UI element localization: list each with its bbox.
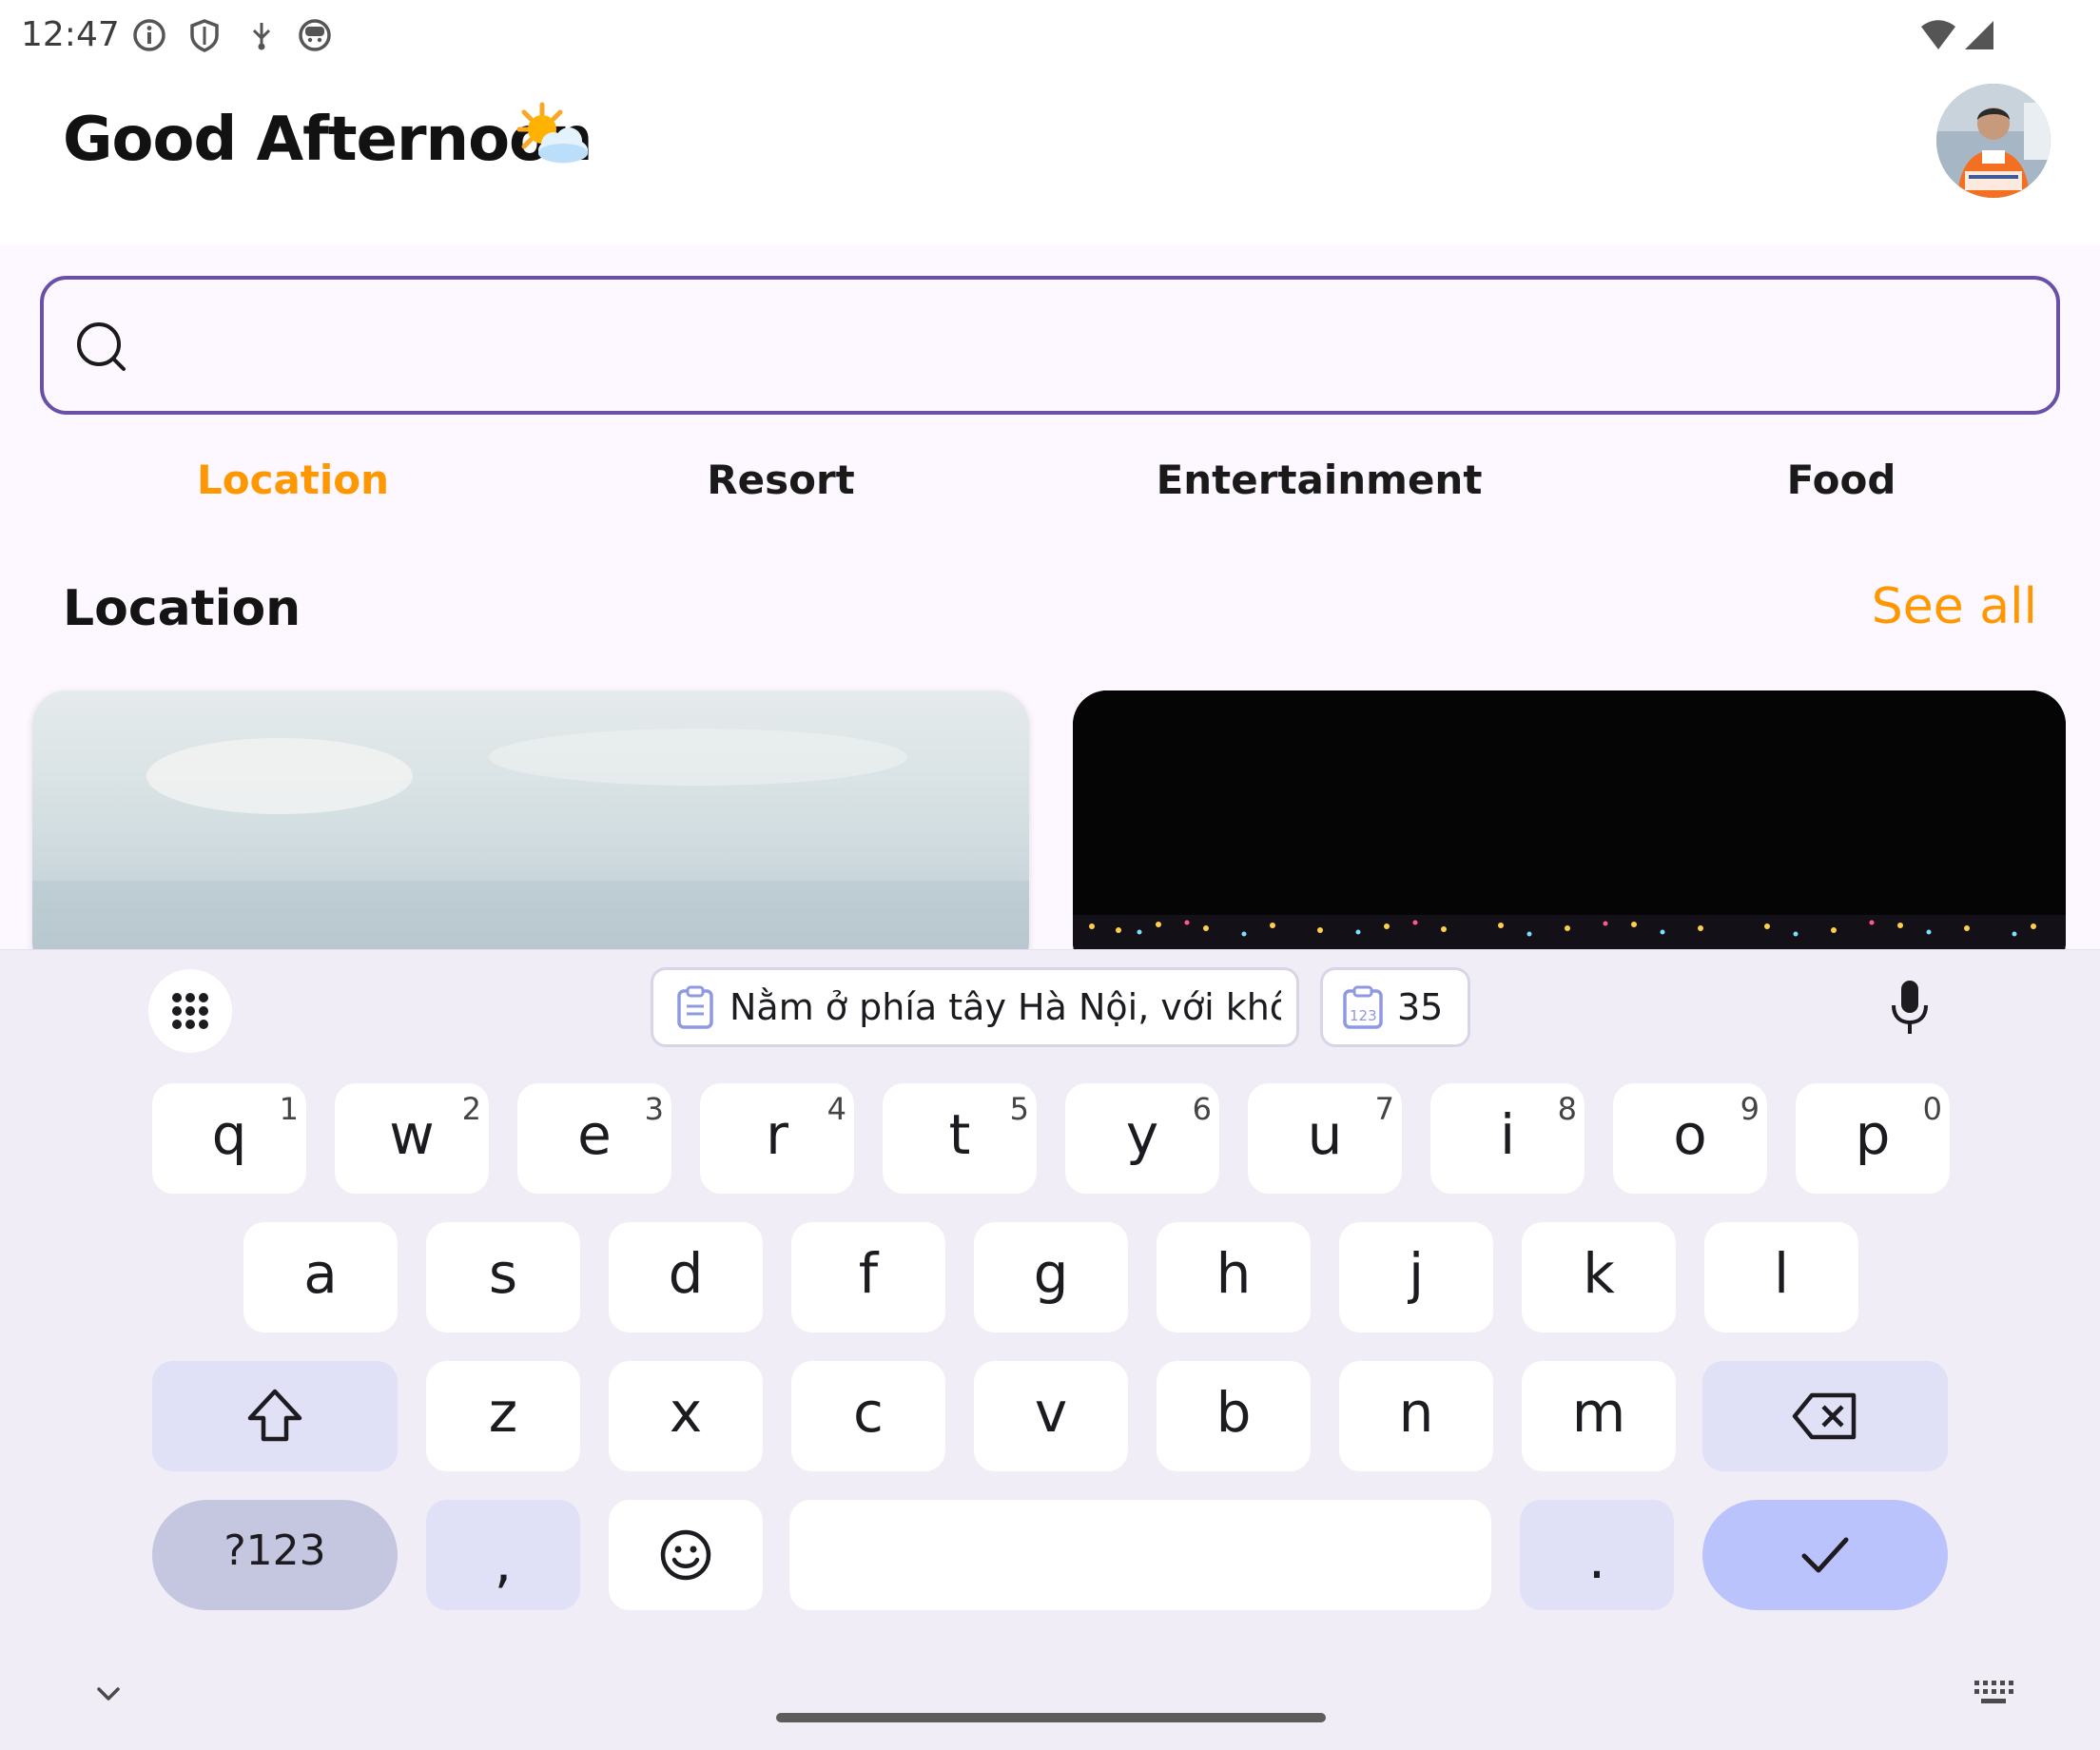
keyboard-bottom-bar <box>0 1656 2100 1750</box>
keyboard-toolbar: Nằm ở phía tây Hà Nội, với khô... 123 35 <box>0 950 2100 1062</box>
key-c[interactable]: c <box>791 1361 945 1471</box>
gesture-nav-handle[interactable] <box>776 1713 1326 1722</box>
emoji-icon <box>660 1529 711 1581</box>
sun-behind-cloud-icon <box>510 101 588 177</box>
clipboard-suggestion-chip[interactable]: Nằm ở phía tây Hà Nội, với khô... <box>651 967 1299 1047</box>
period-key[interactable]: . <box>1520 1500 1674 1610</box>
key-x[interactable]: x <box>609 1361 763 1471</box>
location-card[interactable] <box>1073 690 2066 976</box>
key-m[interactable]: m <box>1522 1361 1676 1471</box>
key-n[interactable]: n <box>1339 1361 1493 1471</box>
wifi-icon <box>1919 17 1955 53</box>
misty-sky-image <box>32 729 1029 976</box>
numeric-clipboard-icon: 123 <box>1342 985 1384 1029</box>
search-input[interactable] <box>40 276 2060 415</box>
keyboard-apps-button[interactable] <box>148 969 232 1053</box>
tab-resort[interactable]: Resort <box>707 457 854 503</box>
location-card[interactable] <box>32 690 1029 976</box>
microphone-icon[interactable] <box>1889 979 1931 1038</box>
header: Good Afternoon <box>0 72 2100 245</box>
shield-icon <box>186 17 223 53</box>
main-content: Location Resort Entertainment Food Locat… <box>0 245 2100 976</box>
backspace-key[interactable] <box>1702 1361 1948 1471</box>
key-p[interactable]: p0 <box>1796 1083 1950 1194</box>
grid-dots-icon <box>172 993 208 1029</box>
key-r[interactable]: r4 <box>700 1083 854 1194</box>
key-j[interactable]: j <box>1339 1222 1493 1332</box>
key-b[interactable]: b <box>1157 1361 1311 1471</box>
info-icon <box>131 17 167 53</box>
emoji-key[interactable] <box>609 1500 763 1610</box>
section-title: Location <box>63 580 301 637</box>
key-w[interactable]: w2 <box>335 1083 489 1194</box>
keyboard-switch-icon[interactable] <box>1973 1679 2014 1709</box>
key-k[interactable]: k <box>1522 1222 1676 1332</box>
tab-entertainment[interactable]: Entertainment <box>1157 457 1483 503</box>
symbols-key[interactable]: ?123 <box>152 1500 398 1610</box>
key-l[interactable]: l <box>1704 1222 1858 1332</box>
avatar[interactable] <box>1936 84 2051 198</box>
usb-debug-icon <box>243 17 280 53</box>
key-z[interactable]: z <box>426 1361 580 1471</box>
checkmark-icon <box>1801 1537 1849 1573</box>
key-f[interactable]: f <box>791 1222 945 1332</box>
search-icon <box>74 320 131 377</box>
category-tabs: Location Resort Entertainment Food <box>0 457 2100 533</box>
svg-text:123: 123 <box>1350 1007 1377 1024</box>
key-h[interactable]: h <box>1157 1222 1311 1332</box>
android-face-icon <box>297 17 333 53</box>
key-s[interactable]: s <box>426 1222 580 1332</box>
enter-key[interactable] <box>1702 1500 1948 1610</box>
tab-food[interactable]: Food <box>1787 457 1896 503</box>
number-suggestion-chip[interactable]: 123 35 <box>1320 967 1470 1047</box>
shift-key[interactable] <box>152 1361 398 1471</box>
key-t[interactable]: t5 <box>883 1083 1037 1194</box>
city-lights-image <box>1073 690 2066 976</box>
cellular-signal-icon <box>1963 17 1999 53</box>
clipboard-suggestion-text: Nằm ở phía tây Hà Nội, với khô... <box>729 986 1281 1028</box>
tab-location[interactable]: Location <box>197 457 389 503</box>
key-d[interactable]: d <box>609 1222 763 1332</box>
key-g[interactable]: g <box>974 1222 1128 1332</box>
key-y[interactable]: y6 <box>1065 1083 1219 1194</box>
see-all-link[interactable]: See all <box>1872 578 2037 635</box>
key-i[interactable]: i8 <box>1430 1083 1585 1194</box>
key-a[interactable]: a <box>243 1222 398 1332</box>
comma-key[interactable]: , <box>426 1500 580 1610</box>
backspace-icon <box>1792 1392 1857 1440</box>
status-bar: 12:47 <box>0 0 2100 72</box>
status-time: 12:47 <box>21 15 120 54</box>
number-suggestion-text: 35 <box>1397 986 1444 1028</box>
chevron-down-icon[interactable] <box>91 1677 126 1711</box>
space-key[interactable] <box>789 1500 1491 1610</box>
shift-arrow-icon <box>247 1389 302 1442</box>
key-v[interactable]: v <box>974 1361 1128 1471</box>
key-u[interactable]: u7 <box>1248 1083 1402 1194</box>
app-root: 12:47 Good Afternoon Location Resort Ent… <box>0 0 2100 1750</box>
on-screen-keyboard: Nằm ở phía tây Hà Nội, với khô... 123 35… <box>0 949 2100 1750</box>
key-e[interactable]: e3 <box>517 1083 671 1194</box>
key-q[interactable]: q1 <box>152 1083 306 1194</box>
key-o[interactable]: o9 <box>1613 1083 1767 1194</box>
clipboard-icon <box>676 985 714 1029</box>
